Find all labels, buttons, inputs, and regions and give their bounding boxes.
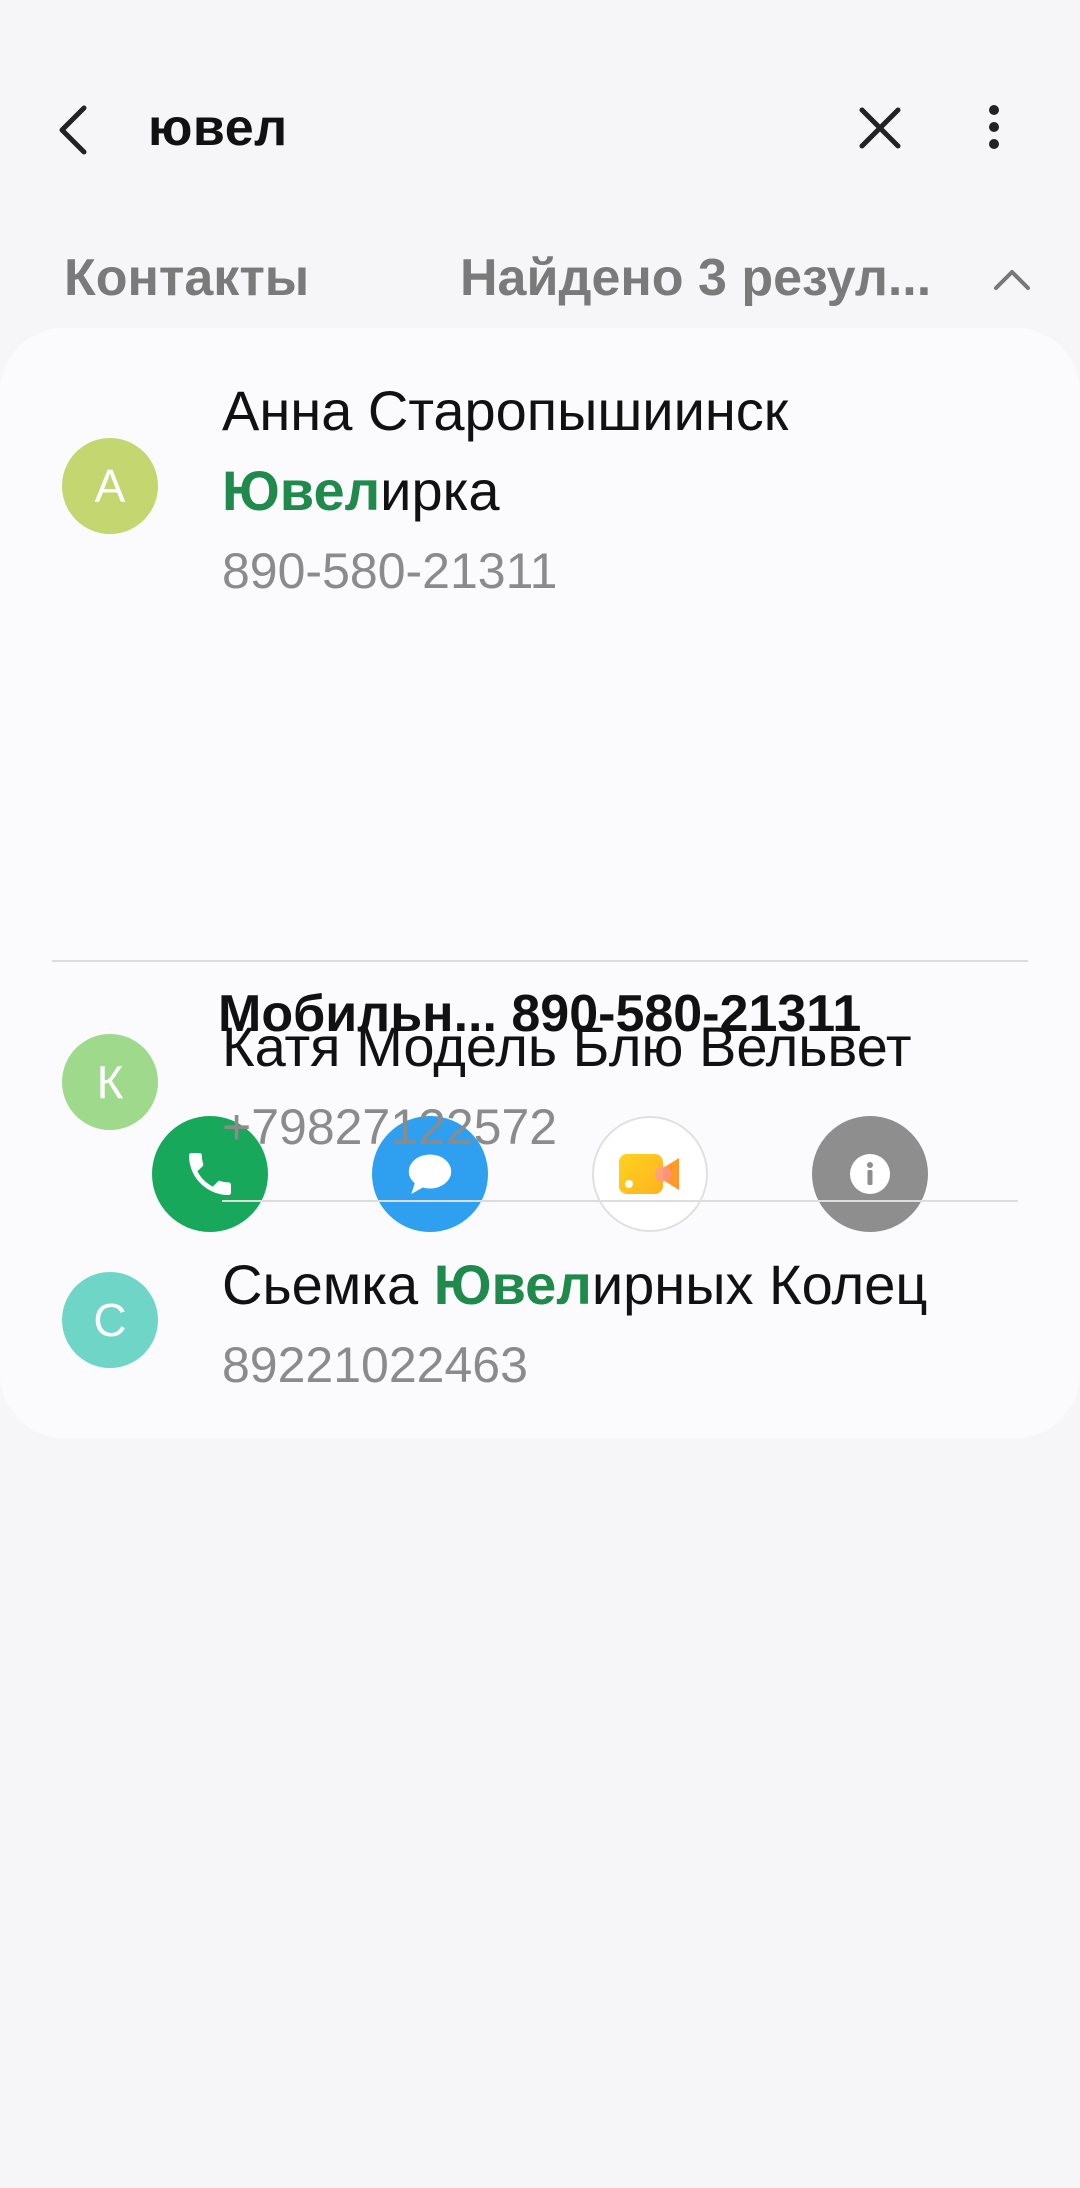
contact-name-line2: Ювелирка (222, 458, 499, 523)
contact-name: Сьемка Ювелирных Колец (222, 1252, 927, 1317)
search-toolbar: ювел (0, 0, 1080, 250)
clear-search-button[interactable] (852, 100, 908, 156)
avatar: С (62, 1272, 158, 1368)
contact-info-button[interactable] (812, 1116, 928, 1232)
search-match: Ювел (433, 1253, 592, 1316)
avatar: А (62, 438, 158, 534)
contact-phone: 89221022463 (222, 1337, 528, 1393)
info-icon (850, 1154, 890, 1194)
section-title: Контакты (64, 249, 310, 307)
close-icon (859, 107, 901, 149)
contact-phone: 890-580-21311 (222, 543, 558, 599)
more-vertical-icon (989, 105, 999, 149)
contact-name: Анна Старопышиинск (222, 379, 789, 442)
contact-name: Катя Модель Блю Вельвет (222, 1015, 912, 1078)
avatar: К (62, 1034, 158, 1130)
video-camera-icon (619, 1154, 679, 1194)
name-prefix: Сьемка (222, 1253, 434, 1316)
video-call-button[interactable] (592, 1116, 708, 1232)
search-input[interactable]: ювел (148, 98, 288, 158)
divider (52, 960, 1028, 962)
divider (222, 1200, 1018, 1202)
chevron-left-icon (59, 105, 87, 155)
contact-phone: +79827122572 (222, 1099, 558, 1155)
name-remainder: ирка (380, 459, 500, 522)
search-match: Ювел (222, 459, 381, 522)
collapse-results-button[interactable] (990, 258, 1034, 298)
results-card: А Анна Старопышиинск Ювелирка 890-580-21… (0, 328, 1080, 1438)
chevron-up-icon (994, 270, 1030, 290)
name-remainder: ирных Колец (591, 1253, 928, 1316)
more-options-button[interactable] (976, 100, 1012, 156)
results-count: Найдено 3 резул... (460, 249, 932, 307)
back-button[interactable] (50, 100, 100, 160)
